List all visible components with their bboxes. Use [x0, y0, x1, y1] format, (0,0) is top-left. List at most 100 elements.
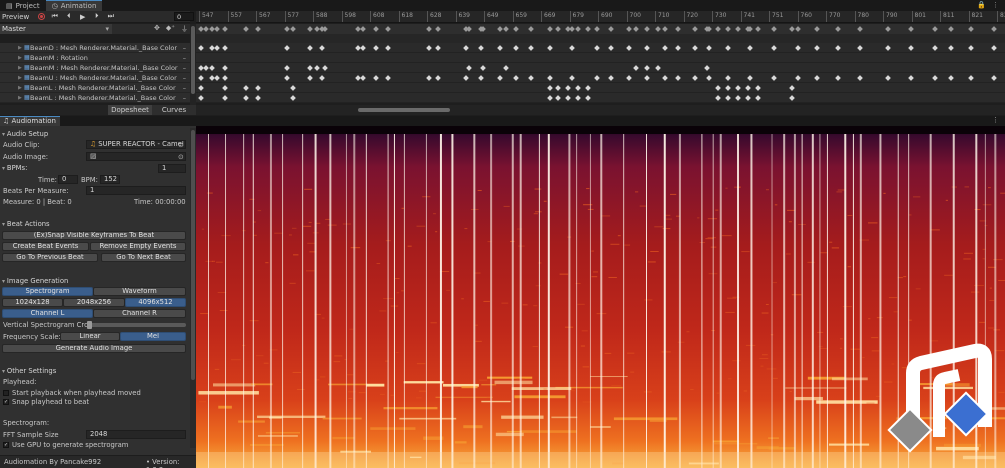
keyframe[interactable]: [478, 45, 484, 51]
keyframe[interactable]: [255, 85, 261, 91]
menu-icon[interactable]: ⋮: [992, 116, 999, 124]
summary-keyframe[interactable]: [835, 26, 841, 32]
waveform-button[interactable]: Waveform: [93, 287, 186, 296]
summary-keyframe[interactable]: [585, 26, 591, 32]
summary-keyframe[interactable]: [547, 26, 553, 32]
keyframe[interactable]: [209, 65, 215, 71]
keyframe[interactable]: [435, 45, 441, 51]
summary-keyframe[interactable]: [385, 26, 391, 32]
expand-triangle-icon[interactable]: ▶: [18, 53, 22, 62]
track-lane[interactable]: [196, 73, 1005, 83]
curves-tab[interactable]: Curves: [152, 105, 196, 115]
track-scrollbar[interactable]: [190, 24, 196, 106]
keyframe[interactable]: [991, 75, 997, 81]
keyframe[interactable]: [222, 75, 228, 81]
summary-keyframe[interactable]: [675, 26, 681, 32]
keyframe[interactable]: [385, 45, 391, 51]
slider-handle[interactable]: [87, 321, 92, 329]
keyframe[interactable]: [745, 95, 751, 101]
track-label[interactable]: ▶ ▦ BeamL : Mesh Renderer.Material._Base C…: [0, 83, 190, 93]
remove-track-icon[interactable]: –: [183, 43, 186, 52]
summary-keyframe[interactable]: [214, 26, 220, 32]
keyframe[interactable]: [528, 75, 534, 81]
keyframe[interactable]: [497, 45, 503, 51]
keyframe[interactable]: [755, 85, 761, 91]
first-frame-icon[interactable]: ⏮: [50, 12, 59, 21]
keyframe[interactable]: [735, 95, 741, 101]
beats-per-measure-field[interactable]: 1: [86, 186, 186, 195]
summary-keyframe[interactable]: [885, 26, 891, 32]
summary-keyframe[interactable]: [528, 26, 534, 32]
keyframe[interactable]: [644, 65, 650, 71]
channel-l-button[interactable]: Channel L: [2, 309, 93, 318]
keyframe[interactable]: [585, 95, 591, 101]
summary-keyframe[interactable]: [466, 26, 472, 32]
spectrogram-button[interactable]: Spectrogram: [2, 287, 93, 296]
keyframe[interactable]: [290, 95, 296, 101]
keyframe[interactable]: [314, 65, 320, 71]
summary-keyframe[interactable]: [575, 26, 581, 32]
keyframe[interactable]: [243, 85, 249, 91]
expand-triangle-icon[interactable]: ▶: [18, 43, 22, 52]
summary-keyframe[interactable]: [435, 26, 441, 32]
track-lane[interactable]: [196, 53, 1005, 63]
keyframe[interactable]: [725, 45, 731, 51]
keyframe[interactable]: [198, 75, 204, 81]
keyframe[interactable]: [835, 75, 841, 81]
keyframe[interactable]: [373, 45, 379, 51]
keyframe[interactable]: [747, 45, 753, 51]
keyframe[interactable]: [222, 65, 228, 71]
bpms-count-field[interactable]: 1: [158, 164, 186, 173]
keyframe[interactable]: [463, 75, 469, 81]
keyframe[interactable]: [585, 85, 591, 91]
add-event-icon[interactable]: ◆⁺: [166, 24, 175, 34]
play-icon[interactable]: ▶: [78, 13, 87, 21]
keyframe[interactable]: [575, 85, 581, 91]
keyframe[interactable]: [885, 45, 891, 51]
keyframe[interactable]: [284, 75, 290, 81]
keyframe[interactable]: [373, 75, 379, 81]
summary-keyframe[interactable]: [222, 26, 228, 32]
keyframe[interactable]: [706, 45, 712, 51]
keyframe[interactable]: [528, 45, 534, 51]
expand-triangle-icon[interactable]: ▶: [18, 63, 22, 72]
keyframe[interactable]: [319, 45, 325, 51]
summary-keyframe[interactable]: [789, 26, 795, 32]
summary-keyframe[interactable]: [715, 26, 721, 32]
keyframe[interactable]: [435, 75, 441, 81]
track-row[interactable]: ▶ ▦ BeamL : Mesh Renderer.Material._Base C…: [0, 93, 1005, 103]
track-label[interactable]: ▶ ▦ BeamM : Rotation –: [0, 53, 190, 63]
summary-keyframe[interactable]: [948, 26, 954, 32]
track-lane[interactable]: [196, 93, 1005, 103]
keyframe[interactable]: [692, 75, 698, 81]
summary-keyframe[interactable]: [644, 26, 650, 32]
summary-keyframe[interactable]: [569, 26, 575, 32]
keyframe[interactable]: [198, 85, 204, 91]
frame-input[interactable]: 0: [174, 12, 194, 21]
summary-keyframe[interactable]: [771, 26, 777, 32]
keyframe[interactable]: [198, 95, 204, 101]
summary-keyframe[interactable]: [307, 26, 313, 32]
keyframe[interactable]: [513, 75, 519, 81]
keyframe[interactable]: [565, 95, 571, 101]
keyframe[interactable]: [747, 75, 753, 81]
keyframe[interactable]: [426, 45, 432, 51]
keyframe[interactable]: [725, 95, 731, 101]
summary-keyframe[interactable]: [203, 26, 209, 32]
keyframe[interactable]: [594, 75, 600, 81]
track-row[interactable]: ▶ ▦ BeamD : Mesh Renderer.Material._Base C…: [0, 43, 1005, 53]
summary-keyframe[interactable]: [284, 26, 290, 32]
summary-keyframe[interactable]: [626, 26, 632, 32]
keyframe[interactable]: [755, 95, 761, 101]
other-settings-header[interactable]: Other Settings: [2, 367, 56, 375]
keyframe[interactable]: [655, 65, 661, 71]
keyframe[interactable]: [203, 65, 209, 71]
keyframe[interactable]: [214, 75, 220, 81]
audio-setup-header[interactable]: Audio Setup: [2, 130, 48, 138]
track-lane[interactable]: [196, 63, 1005, 73]
lock-icon[interactable]: 🔒: [977, 1, 986, 9]
mel-scale-button[interactable]: Mel: [120, 332, 186, 341]
keyframe[interactable]: [290, 85, 296, 91]
prev-frame-icon[interactable]: ⏴: [64, 12, 73, 21]
size-1024-button[interactable]: 1024x128: [2, 298, 63, 307]
